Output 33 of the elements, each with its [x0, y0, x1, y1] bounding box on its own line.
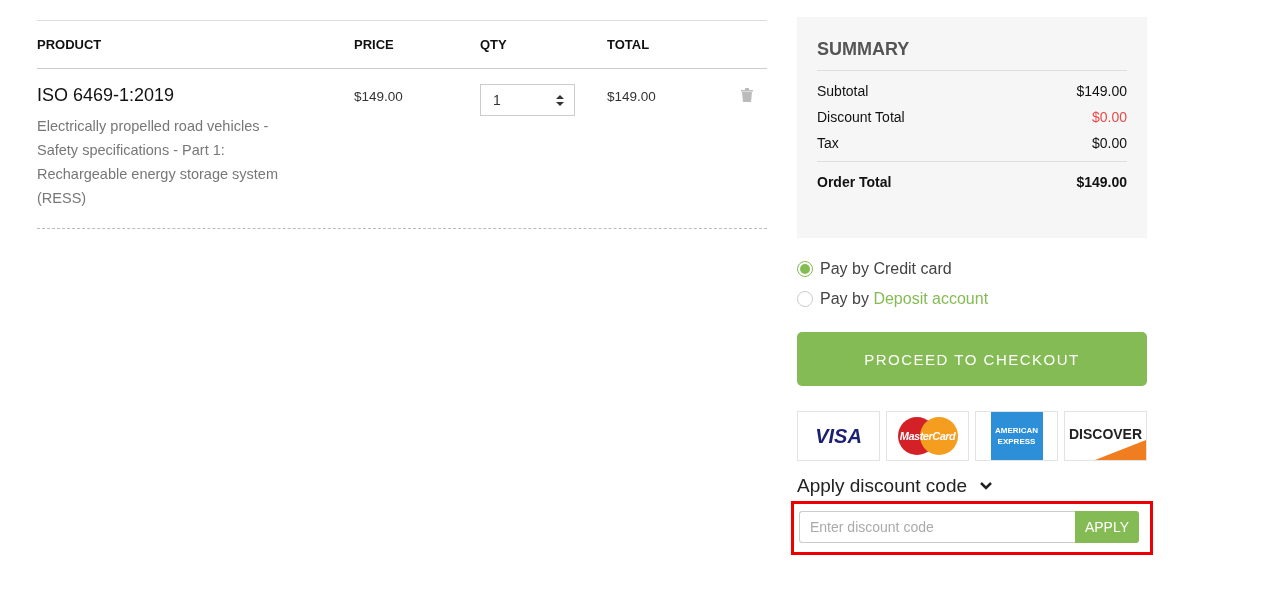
sort-arrows-icon [556, 94, 564, 106]
column-header: PRODUCT [37, 37, 103, 52]
summary-label: Tax [817, 135, 839, 151]
quantity-select[interactable]: 1 [480, 84, 575, 116]
summary-value: $0.00 [1091, 109, 1127, 125]
column-header: PRICE [354, 37, 395, 52]
amex-logo: AMERICAN EXPRESS [990, 412, 1043, 460]
column-header: QTY [480, 37, 508, 52]
trash-icon[interactable] [741, 88, 753, 102]
discover-logo: DISCOVER [1065, 412, 1146, 460]
summary-value: $0.00 [1091, 135, 1127, 151]
product-description: Electrically propelled road vehicles - Safety specifications - Part 1: Rechargeable energy storage system (RESS) [37, 117, 279, 208]
apply-button[interactable]: APPLY [1075, 511, 1139, 543]
discount-toggle[interactable]: Apply discount code [797, 475, 968, 497]
checkout-button[interactable]: PROCEED TO CHECKOUT [797, 332, 1147, 386]
summary-label: Discount Total [817, 109, 905, 125]
summary-label: Subtotal [817, 83, 869, 99]
order-total-label: Order Total [817, 174, 892, 190]
payment-option-label: Pay by Deposit account [820, 290, 989, 308]
order-total-value: $149.00 [1076, 174, 1127, 190]
discount-code-field[interactable]: Enter discount code [799, 511, 1075, 543]
radio-button[interactable] [797, 261, 813, 277]
deposit-account-link[interactable]: Deposit account [873, 290, 989, 307]
chevron-icon[interactable] [979, 481, 994, 491]
total-cell-text: $149.00 [607, 89, 657, 104]
summary-value: $149.00 [1076, 83, 1127, 99]
price-cell-text: $149.00 [354, 89, 404, 104]
summary-title: SUMMARY [817, 39, 1127, 71]
payment-option-label: Pay by Credit card [820, 260, 952, 278]
visa-logo: VISA [815, 424, 862, 448]
column-header: TOTAL [607, 37, 651, 52]
radio-button[interactable] [797, 291, 813, 307]
product-title: ISO 6469-1:2019 [37, 85, 176, 106]
